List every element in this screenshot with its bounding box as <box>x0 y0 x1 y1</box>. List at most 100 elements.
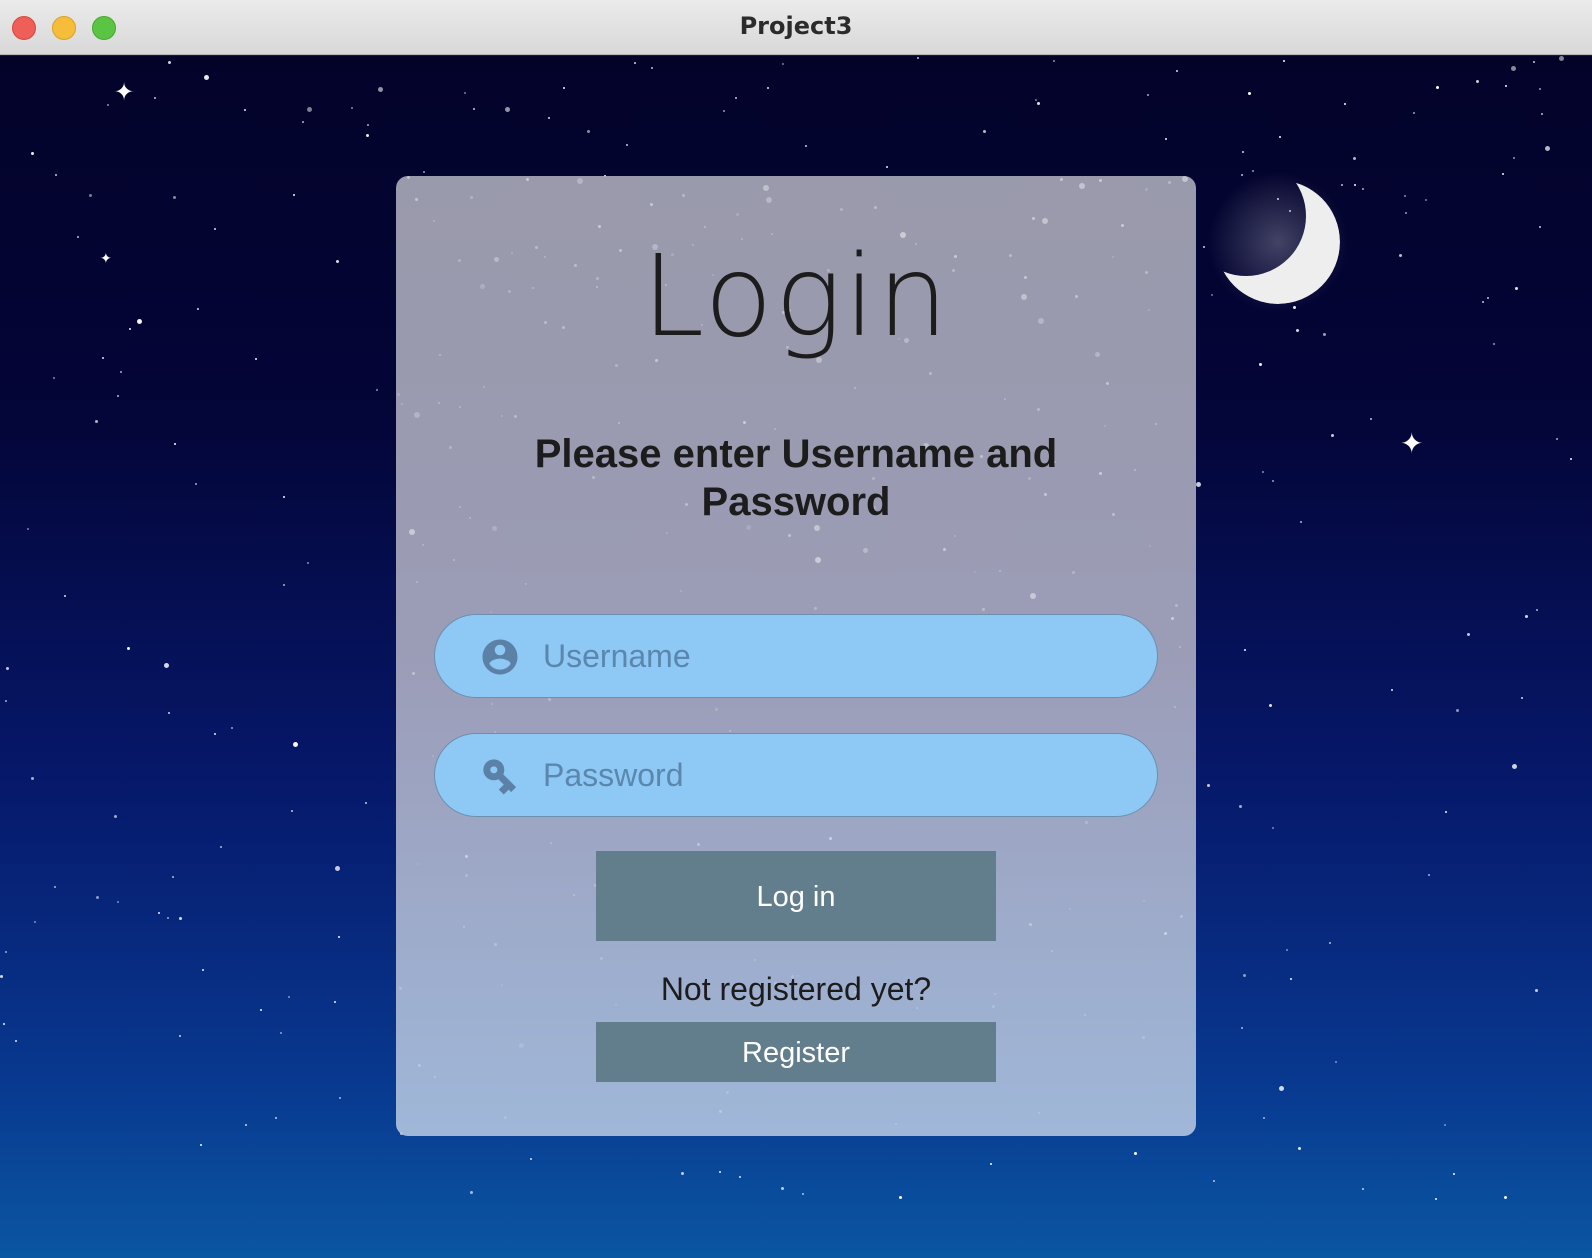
star-dot <box>351 107 353 109</box>
star-dot <box>1502 173 1504 175</box>
username-input[interactable] <box>543 615 1133 697</box>
card-speck <box>650 203 653 206</box>
star-dot <box>1482 301 1484 303</box>
star-dot <box>1353 157 1356 160</box>
star-dot <box>335 866 340 871</box>
login-instructions: Please enter Username and Password <box>534 432 1058 524</box>
star-dot <box>719 1171 721 1173</box>
star-dot <box>255 358 257 360</box>
star-dot <box>1505 85 1507 87</box>
star-dot <box>1279 1086 1284 1091</box>
star-dot <box>202 969 204 971</box>
star-dot <box>366 134 369 137</box>
star-dot <box>917 57 919 59</box>
star-dot <box>1362 188 1364 190</box>
star-dot <box>1300 521 1302 523</box>
password-field[interactable] <box>434 733 1158 817</box>
star-dot <box>293 194 295 196</box>
star-dot <box>1213 1180 1215 1182</box>
star-dot <box>167 917 169 919</box>
star-dot <box>275 1117 277 1119</box>
star-dot <box>245 1124 247 1126</box>
star-dot <box>6 667 9 670</box>
star-dot <box>55 174 57 176</box>
card-speck <box>1180 915 1183 918</box>
star-dot <box>200 1144 202 1146</box>
card-speck <box>1079 183 1085 189</box>
star-dot <box>15 1040 17 1042</box>
card-speck <box>1175 604 1178 607</box>
card-speck <box>548 698 551 701</box>
star-dot <box>334 1001 336 1003</box>
star-dot <box>1272 827 1274 829</box>
star-dot <box>1570 458 1572 460</box>
star-dot <box>154 97 156 99</box>
star-dot <box>1436 86 1439 89</box>
star-dot <box>117 395 119 397</box>
star-dot <box>1290 978 1292 980</box>
password-input[interactable] <box>543 734 1133 816</box>
card-speck <box>943 548 946 551</box>
star-dot <box>114 815 117 818</box>
star-dot <box>168 61 171 64</box>
card-speck <box>415 198 418 201</box>
star-dot <box>137 319 142 324</box>
star-dot <box>34 921 36 923</box>
star-dot <box>626 144 628 146</box>
window-title: Project3 <box>739 12 853 40</box>
star-dot <box>214 733 216 735</box>
star-dot <box>336 260 339 263</box>
star-dot <box>1413 112 1415 114</box>
star-dot <box>1323 333 1326 336</box>
star-dot <box>1404 195 1406 197</box>
star-dot <box>1279 136 1281 138</box>
star-dot <box>214 228 216 230</box>
star-dot <box>302 121 304 123</box>
star-dot <box>96 896 99 899</box>
star-dot <box>1053 60 1055 62</box>
star-dot <box>291 810 293 812</box>
star-dot <box>1134 1152 1137 1155</box>
login-card: Login Please enter Username and Password… <box>396 176 1196 1136</box>
card-speck <box>815 557 821 563</box>
star-dot <box>505 107 510 112</box>
key-icon <box>483 759 517 795</box>
star-dot <box>1467 633 1470 636</box>
star-dot <box>129 328 131 330</box>
star-dot <box>1362 1188 1364 1190</box>
star-dot <box>204 75 209 80</box>
star-dot <box>77 236 79 238</box>
card-speck <box>1121 224 1124 227</box>
star-dot <box>179 917 182 920</box>
log-in-button[interactable]: Log in <box>596 851 996 941</box>
card-speck <box>409 529 415 535</box>
star-dot <box>1556 438 1558 440</box>
card-speck <box>412 672 415 675</box>
register-button[interactable]: Register <box>596 1022 996 1082</box>
star-dot <box>1525 615 1528 618</box>
star-dot <box>1521 697 1523 699</box>
card-speck <box>874 206 877 209</box>
card-speck <box>414 412 420 418</box>
card-speck <box>1060 178 1063 181</box>
star-dot <box>283 584 285 586</box>
star-dot <box>1035 99 1037 101</box>
star-dot <box>288 996 290 998</box>
star-dot <box>339 1097 341 1099</box>
star-dot <box>530 1158 532 1160</box>
star-dot <box>1541 113 1543 115</box>
star-dot <box>89 194 92 197</box>
star-dot <box>1147 94 1149 96</box>
star-dot <box>767 87 769 89</box>
star-dot <box>158 912 160 914</box>
star-dot <box>634 62 636 64</box>
star-dot <box>1203 246 1205 248</box>
star-dot <box>563 87 565 89</box>
star-dot <box>1504 1196 1507 1199</box>
star-dot <box>1428 874 1430 876</box>
star-dot <box>1405 212 1407 214</box>
star-dot <box>1248 92 1251 95</box>
star-dot <box>120 371 122 373</box>
username-field[interactable] <box>434 614 1158 698</box>
star-dot <box>983 130 986 133</box>
